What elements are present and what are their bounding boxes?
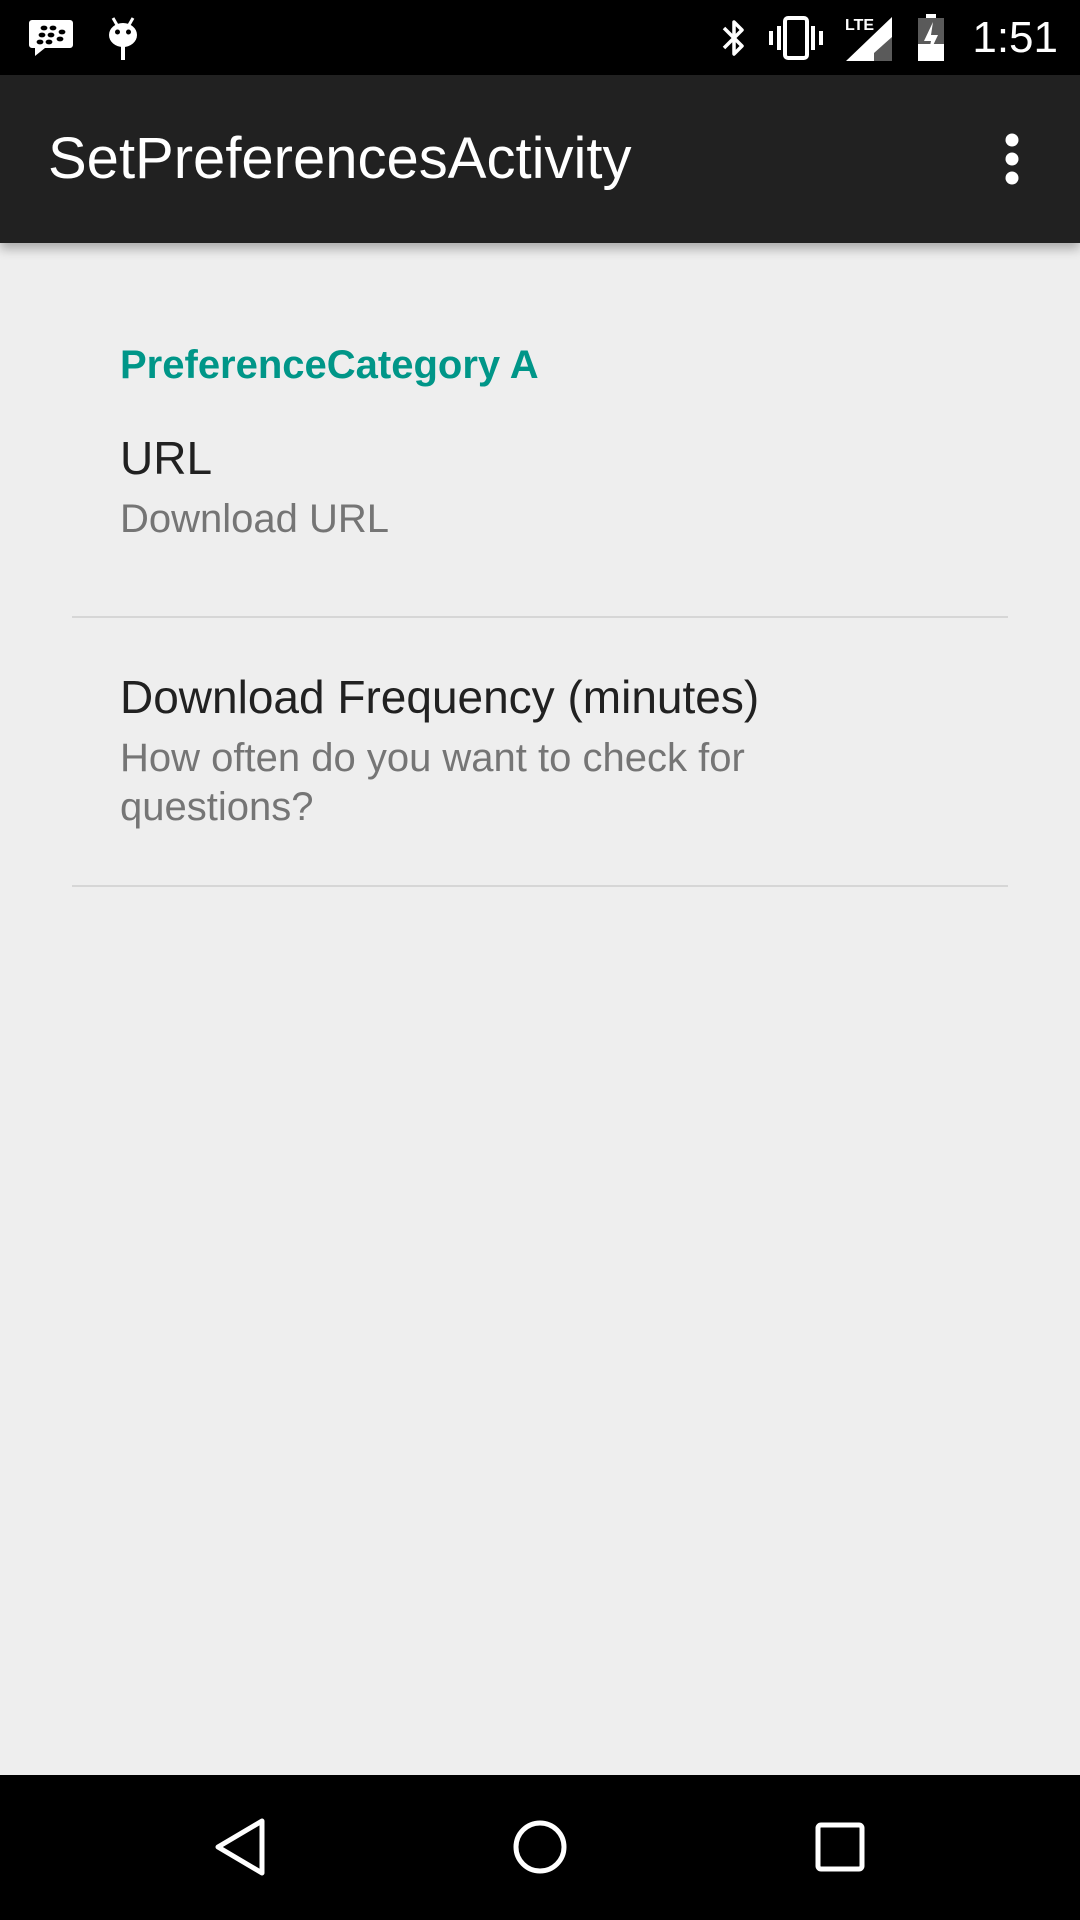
home-icon [513, 1820, 567, 1874]
preference-category-title: PreferenceCategory A [120, 343, 539, 387]
preference-download-frequency[interactable]: Download Frequency (minutes) How often d… [72, 618, 1008, 886]
vibrate-icon [768, 15, 824, 61]
home-button[interactable] [490, 1797, 590, 1897]
bluetooth-icon [720, 16, 748, 60]
preference-summary: Download URL [120, 497, 390, 541]
network-type-label: LTE [845, 17, 874, 34]
clock: 1:51 [972, 12, 1058, 62]
recents-icon [815, 1822, 865, 1872]
preference-title: Download Frequency (minutes) [120, 671, 760, 723]
android-debug-icon [106, 15, 140, 61]
back-icon [215, 1818, 265, 1876]
divider [72, 885, 1008, 887]
overflow-menu-button[interactable] [974, 117, 1050, 201]
system-status-icons: LTE 1:51 [720, 0, 1058, 75]
lte-signal-icon: LTE [844, 13, 896, 63]
status-bar: LTE 1:51 [0, 0, 1080, 75]
notification-icons [28, 0, 140, 75]
back-button[interactable] [190, 1797, 290, 1897]
battery-icon [916, 13, 946, 62]
preference-title: URL [120, 432, 213, 484]
blackberry-messenger-icon [28, 18, 74, 58]
more-vert-icon [1005, 133, 1019, 185]
recents-button[interactable] [790, 1797, 890, 1897]
app-bar: SetPreferencesActivity [0, 75, 1080, 243]
preference-url[interactable]: URL Download URL [72, 403, 1008, 558]
preference-summary: How often do you want to check for quest… [120, 736, 745, 829]
navigation-bar [0, 1775, 1080, 1920]
preference-list: PreferenceCategory A URL Download URL Do… [0, 243, 1080, 1775]
app-title: SetPreferencesActivity [48, 126, 632, 191]
